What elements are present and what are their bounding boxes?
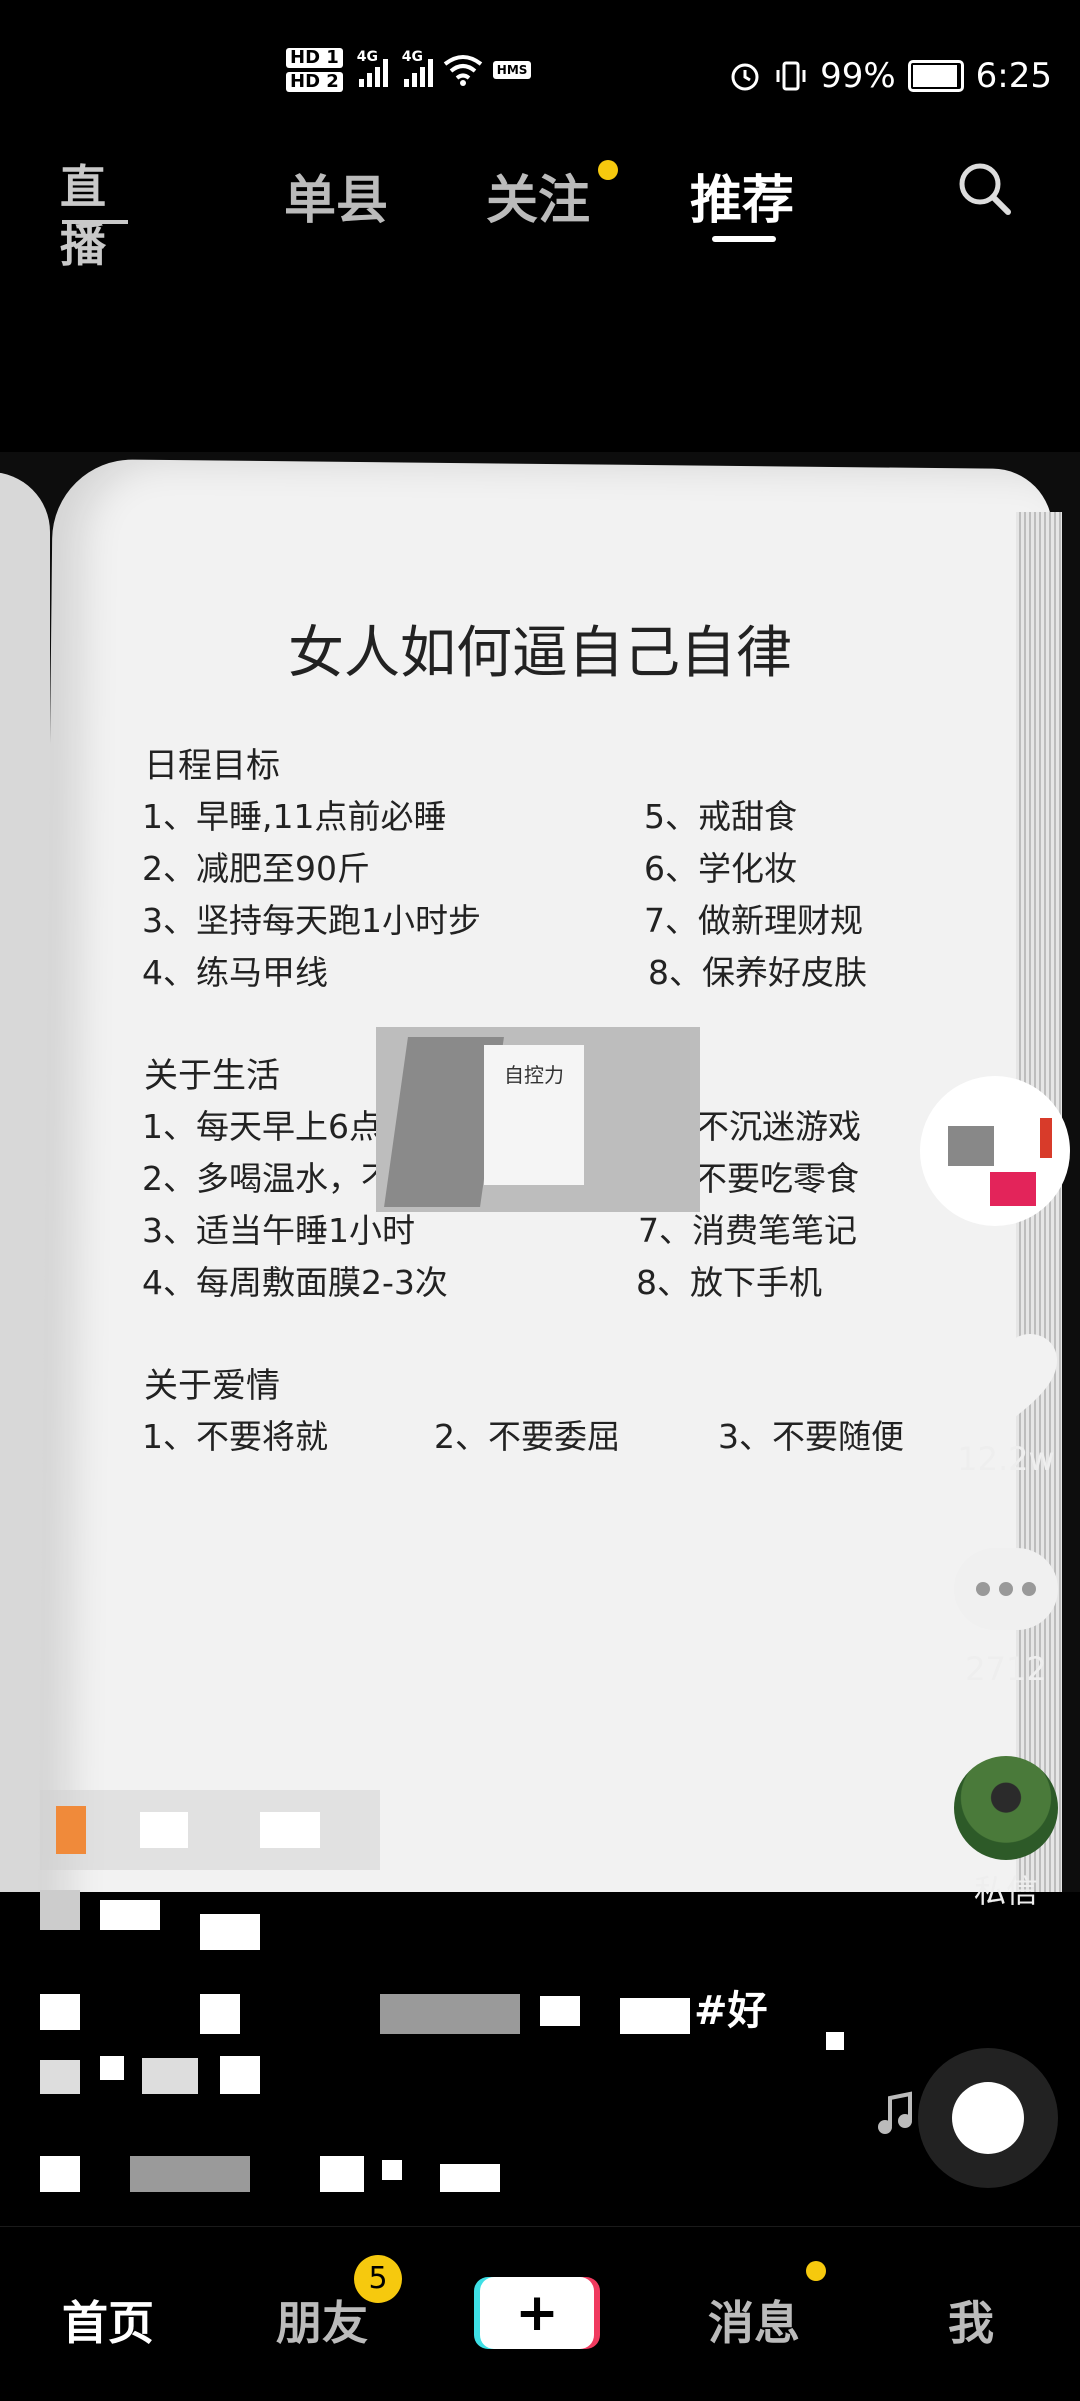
section-title: 关于生活 bbox=[144, 1056, 280, 1096]
hd1-label: HD 1 bbox=[286, 48, 343, 68]
comment-action[interactable]: 2712 bbox=[946, 1548, 1066, 1688]
signal-icon-2: 4G bbox=[402, 49, 433, 87]
list-item: 2、减肥至90斤 bbox=[142, 849, 370, 888]
following-dot-badge bbox=[598, 160, 618, 180]
book-title: 女人如何逼自己自律 bbox=[288, 621, 792, 686]
hms-icon: HMS bbox=[492, 61, 532, 79]
list-item: 8、保养好皮肤 bbox=[648, 953, 867, 992]
active-tab-underline bbox=[712, 236, 776, 242]
top-nav: 直播 单县 关注 推荐 bbox=[0, 120, 1080, 272]
dm-action[interactable]: 私信 bbox=[946, 1756, 1066, 1912]
live-underline bbox=[62, 220, 128, 224]
alarm-icon bbox=[731, 63, 759, 91]
caption-hashtag-fragment: #好 bbox=[694, 1988, 768, 2034]
comment-icon[interactable] bbox=[954, 1548, 1058, 1630]
book-thumbnail-photo: 自控力 bbox=[376, 1027, 700, 1212]
list-item: 4、练马甲线 bbox=[142, 953, 328, 992]
search-icon[interactable] bbox=[954, 158, 1014, 218]
list-item: 2、不要委屈 bbox=[434, 1417, 620, 1456]
battery-icon bbox=[907, 60, 964, 92]
tab-following[interactable]: 关注 bbox=[486, 158, 590, 233]
section-title: 日程目标 bbox=[144, 746, 280, 786]
dm-avatar[interactable] bbox=[954, 1756, 1058, 1860]
status-right: 99% 6:25 bbox=[728, 56, 1052, 96]
status-bar: HD 1 HD 2 4G 4G HMS 99% 6:25 bbox=[0, 0, 1080, 120]
live-button[interactable]: 直播 bbox=[60, 158, 130, 272]
tab-recommend[interactable]: 推荐 bbox=[690, 158, 794, 233]
wifi-icon bbox=[443, 55, 483, 86]
list-item: 1、早睡,11点前必睡 bbox=[142, 797, 447, 836]
list-item: 3、不要随便 bbox=[718, 1417, 904, 1456]
bottom-nav: 首页 朋友 5 + 消息 我 bbox=[0, 2226, 1080, 2401]
avatar-pixel-block bbox=[948, 1126, 994, 1166]
nav-me[interactable]: 我 bbox=[948, 2287, 994, 2353]
status-left: HD 1 HD 2 4G 4G HMS bbox=[286, 48, 532, 92]
plus-icon: + bbox=[515, 2283, 559, 2343]
avatar-pixel-block-2 bbox=[990, 1172, 1036, 1206]
battery-percent: 99% bbox=[820, 56, 896, 96]
thumbnail-title: 自控力 bbox=[504, 1063, 564, 1087]
list-item: 3、适当午睡1小时 bbox=[142, 1211, 415, 1250]
vibrate-icon bbox=[776, 61, 806, 91]
signal-icon: 4G bbox=[357, 49, 388, 87]
thumbnail-book-cover: 自控力 bbox=[484, 1045, 584, 1185]
avatar-pixel-block-3 bbox=[1040, 1118, 1052, 1158]
list-item: 4、每周敷面膜2-3次 bbox=[142, 1263, 448, 1302]
messages-dot-badge bbox=[806, 2261, 826, 2281]
friends-badge: 5 bbox=[354, 2255, 402, 2303]
list-item: 3、坚持每天跑1小时步 bbox=[142, 901, 481, 940]
hd-indicator: HD 1 HD 2 bbox=[286, 48, 343, 92]
heart-icon[interactable] bbox=[951, 1330, 1061, 1430]
tab-local[interactable]: 单县 bbox=[284, 158, 388, 233]
hd2-label: HD 2 bbox=[286, 72, 343, 92]
music-disc[interactable] bbox=[918, 2048, 1058, 2188]
list-item: 6、学化妆 bbox=[644, 849, 797, 888]
nav-friends[interactable]: 朋友 bbox=[276, 2287, 368, 2353]
list-item: 7、做新理财规 bbox=[644, 901, 863, 940]
list-item: 5、戒甜食 bbox=[644, 797, 797, 836]
dm-label: 私信 bbox=[973, 1872, 1038, 1910]
like-action[interactable]: 12.2w bbox=[946, 1330, 1066, 1478]
comment-count: 2712 bbox=[965, 1650, 1047, 1688]
list-item: 1、不要将就 bbox=[142, 1417, 328, 1456]
nav-home[interactable]: 首页 bbox=[62, 2287, 154, 2353]
live-label: 直播 bbox=[60, 160, 106, 272]
create-button[interactable]: + bbox=[480, 2277, 594, 2349]
section-title: 关于爱情 bbox=[144, 1366, 280, 1406]
clock: 6:25 bbox=[975, 56, 1052, 96]
network-type-2: 4G bbox=[401, 49, 424, 65]
nav-messages[interactable]: 消息 bbox=[708, 2287, 800, 2353]
author-avatar[interactable] bbox=[920, 1076, 1070, 1226]
music-disc-cover bbox=[952, 2082, 1024, 2154]
like-count: 12.2w bbox=[957, 1440, 1055, 1478]
list-item: 8、放下手机 bbox=[636, 1263, 822, 1302]
video-content[interactable]: 女人如何逼自己自律 日程目标 1、早睡,11点前必睡 2、减肥至90斤 3、坚持… bbox=[0, 452, 1080, 1892]
network-type-1: 4G bbox=[356, 49, 379, 65]
music-note-icon bbox=[878, 2091, 912, 2134]
